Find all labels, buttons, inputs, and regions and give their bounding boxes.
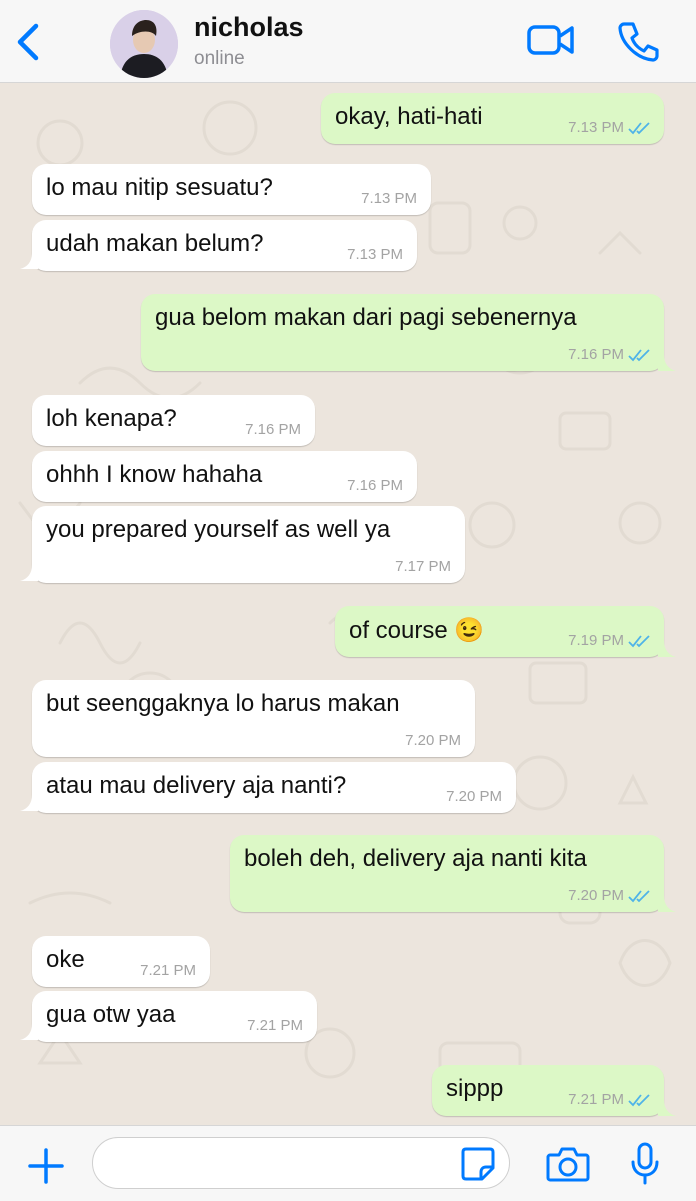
bubble-tail <box>20 795 38 811</box>
message-text: gua otw yaa <box>46 1001 176 1028</box>
message-incoming[interactable]: loh kenapa? 7.16 PM <box>32 395 315 446</box>
chat-header: nicholas online <box>0 0 696 83</box>
chevron-left-icon <box>17 23 39 61</box>
voice-call-button[interactable] <box>618 20 660 62</box>
avatar[interactable] <box>110 10 178 78</box>
message-incoming[interactable]: lo mau nitip sesuatu? 7.13 PM <box>32 164 431 215</box>
message-text: sippp <box>446 1075 504 1102</box>
message-time: 7.13 PM <box>568 119 624 136</box>
bubble-tail <box>658 1100 676 1116</box>
read-ticks-icon <box>628 122 650 135</box>
message-time: 7.16 PM <box>568 346 624 363</box>
message-time: 7.21 PM <box>568 1091 624 1108</box>
bubble-tail <box>20 1024 38 1040</box>
read-ticks-icon <box>628 349 650 362</box>
message-incoming[interactable]: atau mau delivery aja nanti? 7.20 PM <box>32 762 516 813</box>
microphone-icon <box>631 1142 659 1185</box>
phone-icon <box>618 22 659 62</box>
message-text: boleh deh, delivery aja nanti kita <box>244 845 587 872</box>
message-time: 7.13 PM <box>347 246 403 263</box>
contact-status: online <box>194 48 245 69</box>
message-text: but seenggaknya lo harus makan <box>46 690 400 717</box>
message-incoming[interactable]: gua otw yaa 7.21 PM <box>32 991 317 1042</box>
camera-button[interactable] <box>546 1146 590 1182</box>
bubble-tail <box>658 355 676 371</box>
message-time: 7.16 PM <box>245 421 301 438</box>
message-outgoing[interactable]: gua belom makan dari pagi sebenernya 7.1… <box>141 294 664 371</box>
sticker-icon <box>461 1147 495 1181</box>
message-text: you prepared yourself as well ya <box>46 516 391 543</box>
input-bar <box>0 1125 696 1201</box>
message-text: gua belom makan dari pagi sebenernya <box>155 304 577 331</box>
message-time: 7.17 PM <box>395 558 451 575</box>
message-text: loh kenapa? <box>46 405 177 432</box>
message-text: udah makan belum? <box>46 230 264 257</box>
bubble-tail <box>658 641 676 657</box>
message-time: 7.19 PM <box>568 632 624 649</box>
bubble-tail <box>658 896 676 912</box>
camera-icon <box>546 1147 590 1182</box>
message-text: lo mau nitip sesuatu? <box>46 174 273 201</box>
bubble-tail <box>20 253 38 269</box>
video-camera-icon <box>527 25 574 55</box>
read-ticks-icon <box>628 635 650 648</box>
message-text: of course 😉 <box>349 617 485 644</box>
message-time: 7.21 PM <box>247 1017 303 1034</box>
message-time: 7.20 PM <box>568 887 624 904</box>
message-text: atau mau delivery aja nanti? <box>46 772 347 799</box>
message-outgoing[interactable]: boleh deh, delivery aja nanti kita 7.20 … <box>230 835 664 912</box>
read-ticks-icon <box>628 890 650 903</box>
message-incoming[interactable]: but seenggaknya lo harus makan 7.20 PM <box>32 680 475 757</box>
sticker-button[interactable] <box>460 1146 496 1182</box>
message-text: oke <box>46 946 85 973</box>
message-outgoing[interactable]: sippp 7.21 PM <box>432 1065 664 1116</box>
back-button[interactable] <box>12 22 46 62</box>
message-time: 7.16 PM <box>347 477 403 494</box>
message-time: 7.20 PM <box>446 788 502 805</box>
contact-name[interactable]: nicholas <box>194 12 304 43</box>
message-input[interactable] <box>92 1137 510 1189</box>
message-incoming[interactable]: ohhh I know hahaha 7.16 PM <box>32 451 417 502</box>
message-text: okay, hati-hati <box>335 103 483 130</box>
message-outgoing[interactable]: of course 😉 7.19 PM <box>335 606 664 657</box>
video-call-button[interactable] <box>526 22 576 58</box>
read-ticks-icon <box>628 1094 650 1107</box>
plus-icon <box>28 1148 64 1184</box>
microphone-button[interactable] <box>630 1142 660 1186</box>
bubble-tail <box>20 565 38 581</box>
message-incoming[interactable]: you prepared yourself as well ya 7.17 PM <box>32 506 465 583</box>
message-time: 7.21 PM <box>140 962 196 979</box>
message-outgoing[interactable]: okay, hati-hati 7.13 PM <box>321 93 664 144</box>
message-incoming[interactable]: udah makan belum? 7.13 PM <box>32 220 417 271</box>
message-time: 7.20 PM <box>405 732 461 749</box>
message-text: ohhh I know hahaha <box>46 461 263 488</box>
attach-button[interactable] <box>26 1146 66 1186</box>
message-time: 7.13 PM <box>361 190 417 207</box>
message-incoming[interactable]: oke 7.21 PM <box>32 936 210 987</box>
message-list[interactable]: okay, hati-hati 7.13 PM lo mau nitip ses… <box>0 83 696 1125</box>
